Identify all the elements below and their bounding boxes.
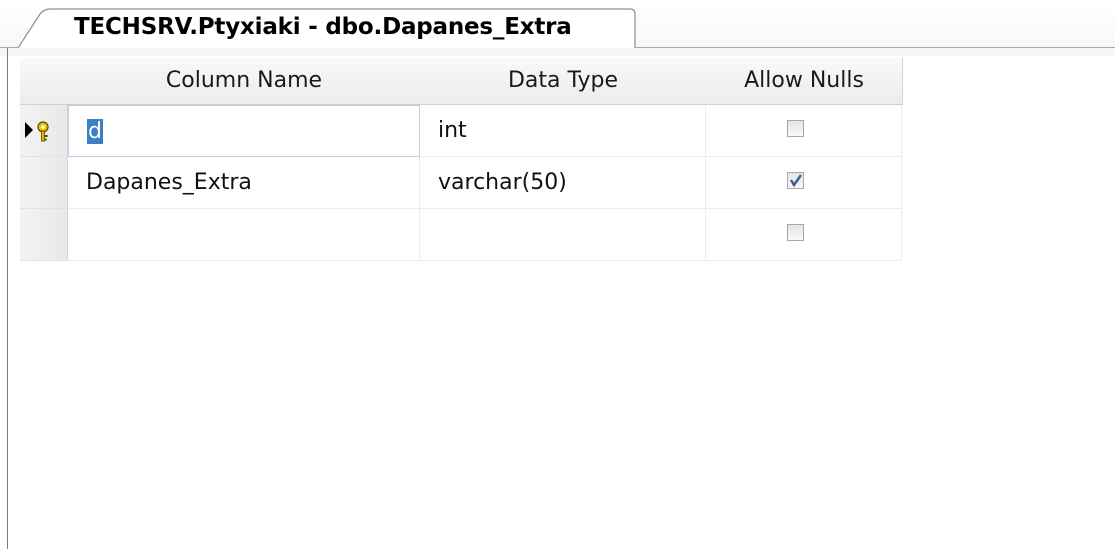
document-tab-strip: TECHSRV.Ptyxiaki - dbo.Dapanes_Extra — [0, 0, 1115, 56]
current-row-key-icon — [25, 121, 49, 142]
column-name-cell[interactable]: Dapanes_Extra — [68, 157, 420, 209]
data-type-cell[interactable]: int — [420, 105, 706, 157]
allow-nulls-checkbox[interactable] — [787, 172, 804, 189]
table-row[interactable] — [20, 209, 902, 261]
document-left-border — [7, 48, 8, 549]
table-row[interactable]: d int — [20, 105, 902, 157]
header-allow-nulls[interactable]: Allow Nulls — [706, 58, 903, 105]
allow-nulls-checkbox[interactable] — [787, 120, 804, 137]
row-header[interactable] — [20, 105, 68, 157]
allow-nulls-cell — [706, 105, 902, 157]
column-name-cell[interactable]: d — [68, 105, 420, 157]
header-data-type[interactable]: Data Type — [420, 58, 707, 105]
document-tab-title: TECHSRV.Ptyxiaki - dbo.Dapanes_Extra — [74, 14, 572, 40]
column-name-cell[interactable] — [68, 209, 420, 261]
data-type-cell[interactable] — [420, 209, 706, 261]
allow-nulls-cell — [706, 209, 902, 261]
header-column-name[interactable]: Column Name — [68, 58, 421, 105]
selected-text: d — [87, 119, 103, 144]
document-tab[interactable]: TECHSRV.Ptyxiaki - dbo.Dapanes_Extra — [18, 8, 636, 48]
allow-nulls-cell — [706, 157, 902, 209]
checkmark-icon — [789, 174, 802, 188]
row-header[interactable] — [20, 209, 68, 261]
allow-nulls-checkbox[interactable] — [787, 224, 804, 241]
data-type-cell[interactable]: varchar(50) — [420, 157, 706, 209]
table-designer-window: TECHSRV.Ptyxiaki - dbo.Dapanes_Extra Col… — [0, 0, 1115, 549]
header-corner — [20, 58, 69, 105]
table-row[interactable]: Dapanes_Extra varchar(50) — [20, 157, 902, 209]
row-header[interactable] — [20, 157, 68, 209]
